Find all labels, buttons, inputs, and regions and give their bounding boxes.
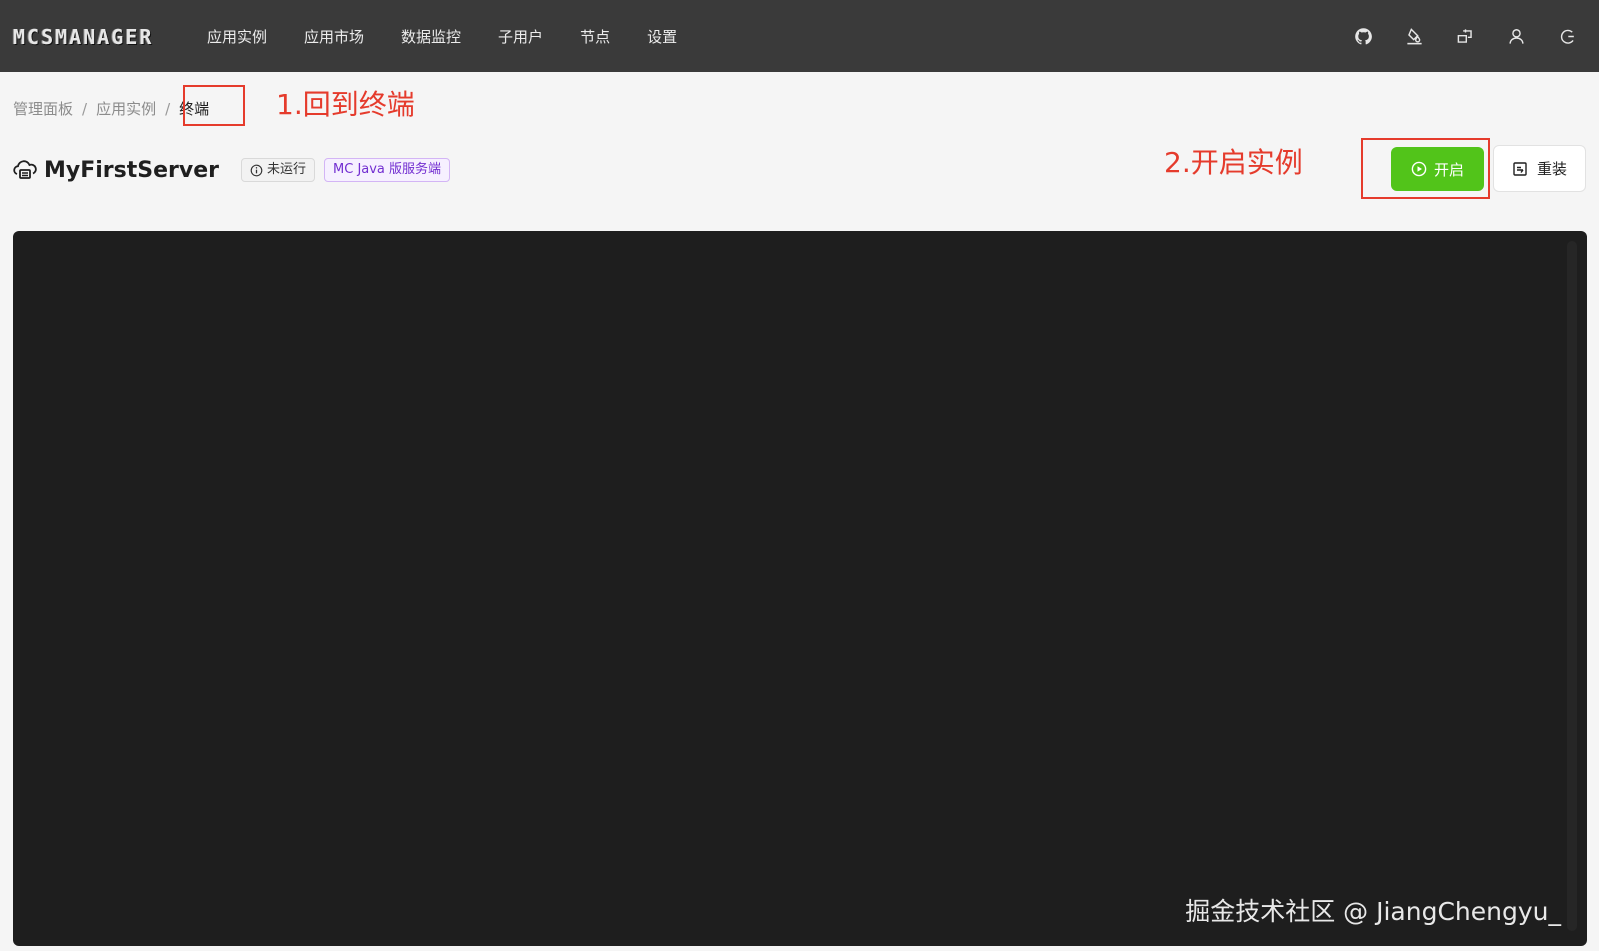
annotation-step-1: 1.回到终端: [276, 88, 415, 121]
reinstall-button[interactable]: 重装: [1493, 145, 1586, 192]
reinstall-button-label: 重装: [1536, 161, 1567, 178]
nav-item-nodes[interactable]: 节点: [580, 26, 610, 47]
top-navbar: MCSMANAGER 应用实例 应用市场 数据监控 子用户 节点 设置: [0, 0, 1599, 72]
annotation-step-2: 2.开启实例: [1164, 146, 1303, 179]
start-button-label: 开启: [1433, 161, 1464, 179]
terminal-console[interactable]: 掘金技术社区 @ JiangChengyu_: [13, 231, 1587, 946]
language-icon[interactable]: [1456, 27, 1475, 46]
nav-item-settings[interactable]: 设置: [647, 26, 677, 47]
breadcrumb-separator: /: [165, 99, 171, 118]
instance-type-badge: MC Java 版服务端: [324, 158, 451, 182]
nav-item-market[interactable]: 应用市场: [304, 26, 364, 47]
cloud-server-icon: [13, 160, 37, 179]
breadcrumb: 管理面板 / 应用实例 / 终端: [13, 98, 209, 119]
info-circle-icon: [250, 164, 263, 176]
breadcrumb-instances[interactable]: 应用实例: [96, 98, 156, 119]
watermark-text: 掘金技术社区 @ JiangChengyu_: [1185, 897, 1561, 926]
annotation-box-terminal: [183, 85, 245, 126]
github-icon[interactable]: [1354, 27, 1373, 46]
theme-icon[interactable]: [1405, 27, 1424, 46]
top-icon-group: [1354, 0, 1577, 72]
status-badge: 未运行: [241, 158, 316, 182]
breadcrumb-dashboard[interactable]: 管理面板: [13, 98, 73, 119]
terminal-scrollbar[interactable]: [1567, 241, 1577, 931]
user-icon[interactable]: [1507, 27, 1526, 46]
main-nav: 应用实例 应用市场 数据监控 子用户 节点 设置: [207, 0, 714, 72]
play-circle-icon: [1411, 161, 1427, 177]
nav-item-instances[interactable]: 应用实例: [207, 26, 267, 47]
status-text: 未运行: [267, 162, 307, 177]
instance-header: MyFirstServer 未运行 MC Java 版服务端: [13, 155, 459, 185]
nav-item-monitor[interactable]: 数据监控: [401, 26, 461, 47]
start-instance-button[interactable]: 开启: [1391, 147, 1484, 191]
mcsmanager-logo[interactable]: MCSMANAGER: [13, 26, 153, 48]
logout-icon[interactable]: [1558, 27, 1577, 46]
breadcrumb-separator: /: [82, 99, 88, 118]
instance-name: MyFirstServer: [44, 157, 219, 183]
reinstall-icon: [1513, 161, 1527, 176]
nav-item-subusers[interactable]: 子用户: [498, 26, 543, 47]
